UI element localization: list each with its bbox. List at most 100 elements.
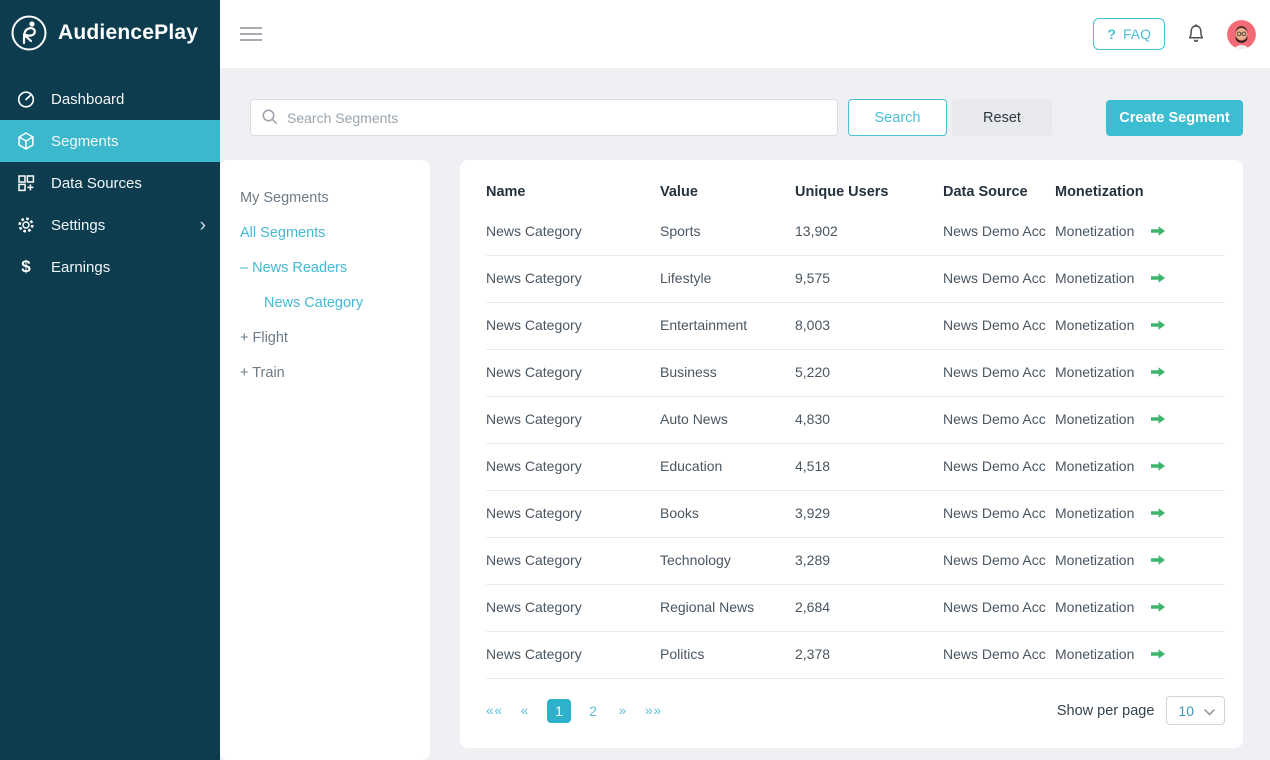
monetization-arrow-icon[interactable] — [1150, 601, 1166, 613]
brand-name: AudiencePlay — [58, 21, 198, 45]
tree-item-news-category[interactable]: News Category — [240, 295, 420, 311]
cell-unique-users: 4,518 — [795, 443, 943, 490]
cell-data-source: News Demo Acc — [943, 396, 1055, 443]
brand[interactable]: AudiencePlay — [0, 0, 220, 66]
sidebar-menu: Dashboard Segments Data Sources — [0, 78, 220, 288]
cell-value: Entertainment — [660, 302, 795, 349]
table-row[interactable]: News Category Entertainment 8,003 News D… — [486, 302, 1225, 349]
notification-bell-icon[interactable] — [1185, 22, 1207, 46]
cell-name: News Category — [486, 631, 660, 678]
table-row[interactable]: News Category Auto News 4,830 News Demo … — [486, 396, 1225, 443]
monetization-arrow-icon[interactable] — [1150, 648, 1166, 660]
sidebar-item-earnings[interactable]: $ Earnings — [0, 246, 220, 288]
cell-data-source: News Demo Acc — [943, 443, 1055, 490]
per-page-select[interactable]: 10 — [1166, 696, 1225, 725]
monetization-arrow-icon[interactable] — [1150, 413, 1166, 425]
cell-value: Regional News — [660, 584, 795, 631]
segments-tree-panel: My Segments All Segments – News Readers … — [220, 160, 430, 760]
cell-unique-users: 3,289 — [795, 537, 943, 584]
cell-data-source: News Demo Acc — [943, 255, 1055, 302]
column-header-name: Name — [486, 164, 660, 208]
sidebar: AudiencePlay Dashboard Segments — [0, 0, 220, 760]
search-input[interactable] — [250, 99, 838, 136]
monetization-label: Monetization — [1055, 316, 1134, 335]
monetization-arrow-icon[interactable] — [1150, 366, 1166, 378]
column-header-data-source: Data Source — [943, 164, 1055, 208]
tree-item-flight[interactable]: + Flight — [240, 330, 420, 346]
pagination-page-1[interactable]: 1 — [547, 699, 571, 723]
pagination-next-button[interactable]: » — [615, 703, 631, 718]
cell-unique-users: 8,003 — [795, 302, 943, 349]
pagination-last-button[interactable]: »» — [645, 703, 662, 718]
tree-item-all-segments[interactable]: All Segments — [240, 225, 420, 241]
cell-value: Education — [660, 443, 795, 490]
reset-button[interactable]: Reset — [952, 99, 1052, 136]
table-row[interactable]: News Category Politics 2,378 News Demo A… — [486, 631, 1225, 678]
monetization-label: Monetization — [1055, 598, 1134, 617]
cell-unique-users: 2,378 — [795, 631, 943, 678]
user-avatar[interactable] — [1227, 20, 1256, 49]
sidebar-item-label: Earnings — [51, 259, 206, 276]
pagination-page-2[interactable]: 2 — [585, 703, 601, 719]
cell-value: Technology — [660, 537, 795, 584]
sidebar-item-label: Segments — [51, 133, 206, 150]
column-header-unique-users: Unique Users — [795, 164, 943, 208]
cell-data-source: News Demo Acc — [943, 490, 1055, 537]
monetization-arrow-icon[interactable] — [1150, 272, 1166, 284]
table-row[interactable]: News Category Technology 3,289 News Demo… — [486, 537, 1225, 584]
monetization-label: Monetization — [1055, 363, 1134, 382]
sidebar-item-dashboard[interactable]: Dashboard — [0, 78, 220, 120]
cell-name: News Category — [486, 443, 660, 490]
monetization-label: Monetization — [1055, 645, 1134, 664]
table-row[interactable]: News Category Sports 13,902 News Demo Ac… — [486, 208, 1225, 255]
create-segment-button[interactable]: Create Segment — [1106, 100, 1243, 136]
table-row[interactable]: News Category Regional News 2,684 News D… — [486, 584, 1225, 631]
segments-table-card: Name Value Unique Users Data Source Mone… — [460, 160, 1243, 748]
sidebar-item-data-sources[interactable]: Data Sources — [0, 162, 220, 204]
dashboard-gauge-icon — [15, 89, 37, 109]
monetization-label: Monetization — [1055, 551, 1134, 570]
table-row[interactable]: News Category Books 3,929 News Demo Acc … — [486, 490, 1225, 537]
search-button[interactable]: Search — [848, 99, 947, 136]
per-page-value: 10 — [1178, 703, 1194, 719]
pagination-bar: «« « 1 2 » »» Show per page 10 — [486, 679, 1225, 743]
tree-item-my-segments[interactable]: My Segments — [240, 190, 420, 206]
monetization-arrow-icon[interactable] — [1150, 554, 1166, 566]
table-row[interactable]: News Category Lifestyle 9,575 News Demo … — [486, 255, 1225, 302]
faq-button[interactable]: ? FAQ — [1093, 18, 1165, 50]
hamburger-menu-icon[interactable] — [240, 23, 262, 45]
faq-label: FAQ — [1123, 26, 1151, 42]
pagination-first-button[interactable]: «« — [486, 703, 503, 718]
monetization-arrow-icon[interactable] — [1150, 319, 1166, 331]
sidebar-item-segments[interactable]: Segments — [0, 120, 220, 162]
cell-data-source: News Demo Acc — [943, 631, 1055, 678]
monetization-label: Monetization — [1055, 410, 1134, 429]
cell-unique-users: 4,830 — [795, 396, 943, 443]
cell-data-source: News Demo Acc — [943, 584, 1055, 631]
cell-data-source: News Demo Acc — [943, 302, 1055, 349]
monetization-label: Monetization — [1055, 222, 1134, 241]
tree-item-news-readers[interactable]: – News Readers — [240, 260, 420, 276]
main-content: Search Reset Create Segment My Segments … — [220, 68, 1270, 760]
table-row[interactable]: News Category Education 4,518 News Demo … — [486, 443, 1225, 490]
cell-value: Lifestyle — [660, 255, 795, 302]
pagination-prev-button[interactable]: « — [517, 703, 533, 718]
monetization-arrow-icon[interactable] — [1150, 507, 1166, 519]
topbar: ? FAQ — [220, 0, 1270, 68]
monetization-label: Monetization — [1055, 269, 1134, 288]
table-row[interactable]: News Category Business 5,220 News Demo A… — [486, 349, 1225, 396]
chevron-down-icon — [1204, 703, 1215, 719]
cell-data-source: News Demo Acc — [943, 349, 1055, 396]
cell-name: News Category — [486, 349, 660, 396]
cell-value: Sports — [660, 208, 795, 255]
cell-value: Politics — [660, 631, 795, 678]
cell-unique-users: 13,902 — [795, 208, 943, 255]
monetization-arrow-icon[interactable] — [1150, 460, 1166, 472]
sidebar-item-label: Dashboard — [51, 91, 206, 108]
sidebar-item-settings[interactable]: Settings › — [0, 204, 220, 246]
monetization-label: Monetization — [1055, 504, 1134, 523]
cell-name: News Category — [486, 396, 660, 443]
monetization-arrow-icon[interactable] — [1150, 225, 1166, 237]
tree-item-train[interactable]: + Train — [240, 365, 420, 381]
monetization-label: Monetization — [1055, 457, 1134, 476]
